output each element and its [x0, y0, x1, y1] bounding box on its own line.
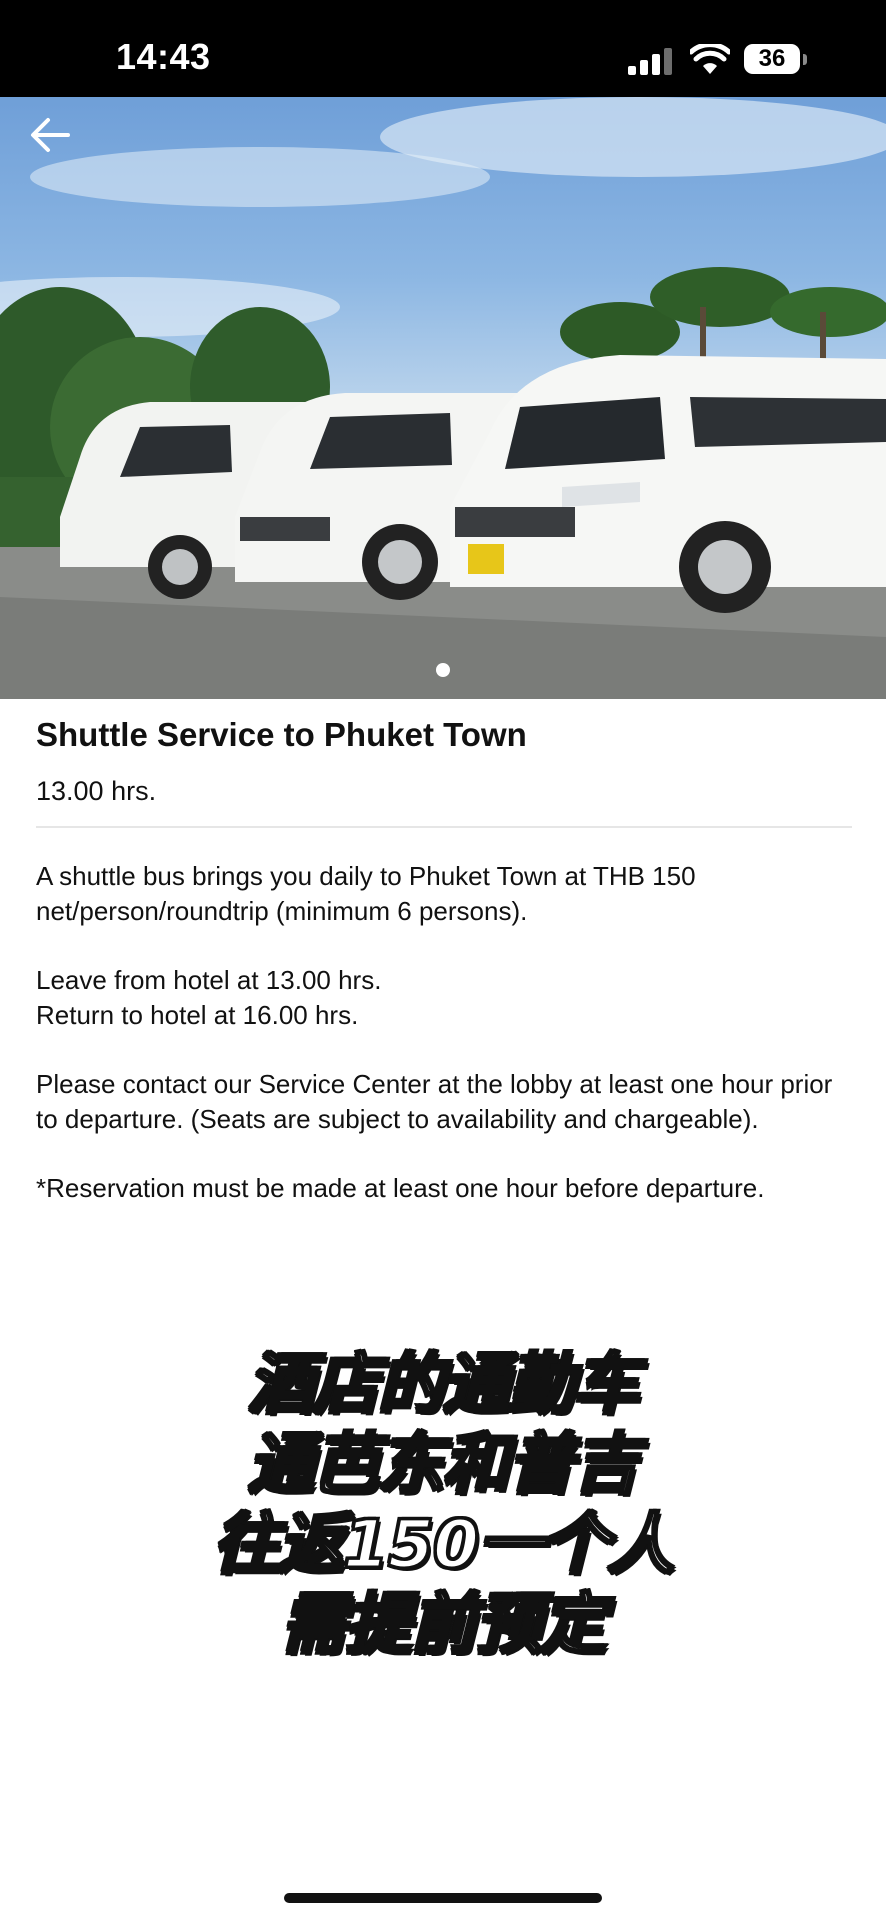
description-paragraph: Please contact our Service Center at the…: [36, 1069, 833, 1134]
description-paragraph: Leave from hotel at 13.00 hrs. Return to…: [36, 965, 382, 1030]
caption-line: 通芭东和普吉: [247, 1425, 641, 1505]
status-time: 14:43: [116, 36, 211, 77]
page-title: Shuttle Service to Phuket Town: [36, 716, 527, 753]
arrow-left-icon: [31, 118, 70, 152]
caption-line: 往返150一个人: [212, 1505, 676, 1585]
carousel-indicator-dot[interactable]: [436, 663, 450, 677]
battery-icon: 36: [744, 44, 800, 74]
hero-image-carousel[interactable]: [0, 97, 886, 699]
caption-line: 酒店的通勤车: [247, 1345, 641, 1425]
status-bar: 14:43 36: [0, 0, 886, 97]
description: A shuttle bus brings you daily to Phuket…: [36, 859, 856, 1240]
home-indicator[interactable]: [284, 1893, 602, 1903]
overlay-caption: 酒店的通勤车 通芭东和普吉 往返150一个人 需提前预定: [0, 1345, 886, 1665]
vans-photo: [0, 97, 886, 699]
back-button[interactable]: [30, 117, 90, 177]
battery-tip: [803, 54, 807, 65]
caption-line: 需提前预定: [279, 1585, 608, 1665]
description-paragraph: A shuttle bus brings you daily to Phuket…: [36, 861, 696, 926]
service-time: 13.00 hrs.: [36, 776, 157, 806]
divider: [36, 826, 852, 828]
wifi-icon: [690, 44, 730, 74]
description-paragraph: *Reservation must be made at least one h…: [36, 1173, 765, 1203]
cellular-signal-icon: [628, 47, 676, 75]
